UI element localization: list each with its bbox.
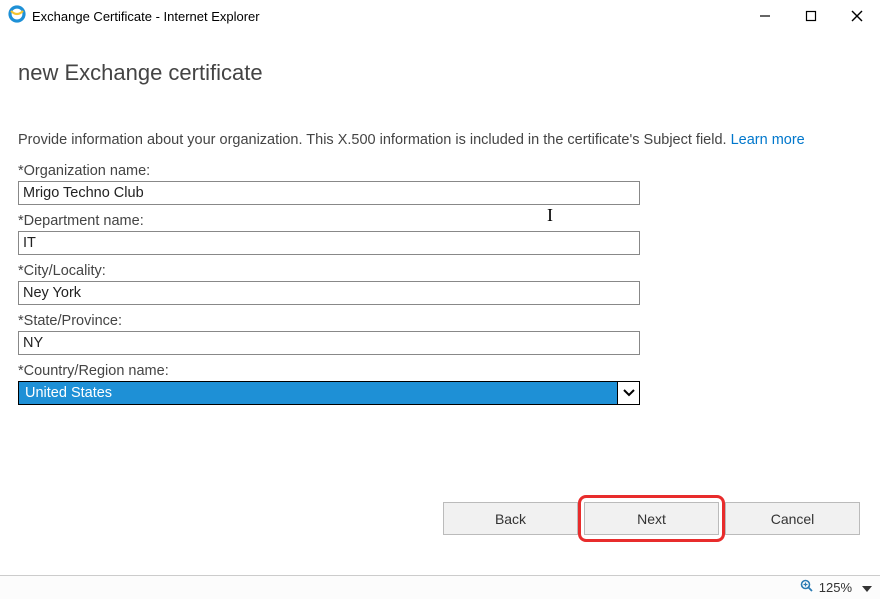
state-label: *State/Province: xyxy=(18,313,862,329)
zoom-level[interactable]: 125% xyxy=(819,580,852,595)
dept-input[interactable] xyxy=(18,231,640,255)
page-description: Provide information about your organizat… xyxy=(18,130,862,151)
window-controls xyxy=(742,2,880,30)
country-label: *Country/Region name: xyxy=(18,363,862,379)
chevron-down-icon xyxy=(617,382,639,404)
org-input[interactable] xyxy=(18,181,640,205)
page-title: new Exchange certificate xyxy=(18,60,862,86)
zoom-dropdown-icon[interactable] xyxy=(862,580,872,595)
dept-label: *Department name: xyxy=(18,213,862,229)
window-titlebar: Exchange Certificate - Internet Explorer xyxy=(0,0,880,32)
back-button[interactable]: Back xyxy=(443,502,578,535)
learn-more-link[interactable]: Learn more xyxy=(731,132,805,148)
field-country: *Country/Region name: United States xyxy=(18,363,862,405)
minimize-button[interactable] xyxy=(742,2,788,30)
city-label: *City/Locality: xyxy=(18,263,862,279)
description-text: Provide information about your organizat… xyxy=(18,132,731,148)
state-input[interactable] xyxy=(18,331,640,355)
org-label: *Organization name: xyxy=(18,163,862,179)
field-dept: *Department name: xyxy=(18,213,862,255)
city-input[interactable] xyxy=(18,281,640,305)
cancel-button[interactable]: Cancel xyxy=(725,502,860,535)
country-select-value: United States xyxy=(19,382,617,404)
field-org: *Organization name: xyxy=(18,163,862,205)
close-button[interactable] xyxy=(834,2,880,30)
button-row: Back Next Cancel xyxy=(443,502,860,535)
zoom-icon[interactable] xyxy=(799,578,815,597)
next-button[interactable]: Next xyxy=(584,502,719,535)
field-state: *State/Province: xyxy=(18,313,862,355)
status-bar: 125% xyxy=(0,575,880,599)
country-select[interactable]: United States xyxy=(18,381,640,405)
maximize-button[interactable] xyxy=(788,2,834,30)
ie-icon xyxy=(8,5,26,28)
field-city: *City/Locality: xyxy=(18,263,862,305)
content-area: new Exchange certificate Provide informa… xyxy=(0,32,880,405)
window-title: Exchange Certificate - Internet Explorer xyxy=(32,9,742,24)
